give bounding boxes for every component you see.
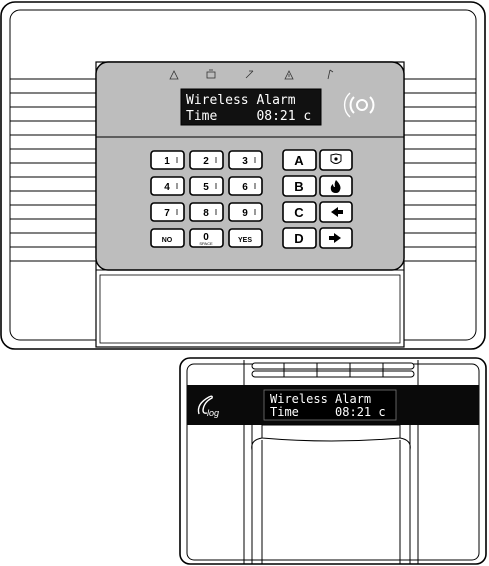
svg-text:7: 7 (164, 208, 170, 219)
key-3[interactable]: 3 (228, 150, 263, 170)
key-yes[interactable]: YES (228, 228, 263, 248)
key-0-sub: SPACE (199, 241, 213, 246)
svg-text:6: 6 (242, 182, 248, 193)
lcd-line-2: Time 08:21 c (186, 109, 311, 124)
lcd-line-1: Wireless Alarm (186, 93, 296, 108)
key-9[interactable]: 9 (228, 202, 263, 222)
svg-text:5: 5 (203, 182, 209, 193)
fire-key[interactable] (319, 175, 353, 197)
svg-text:9: 9 (242, 208, 248, 219)
right-key[interactable] (319, 227, 353, 249)
svg-text:D: D (294, 231, 303, 246)
lower-unit: log Wireless Alarm Time 08:21 c (179, 357, 487, 565)
logo-text: log (207, 408, 219, 418)
svg-text:B: B (294, 179, 303, 194)
key-a[interactable]: A (282, 149, 317, 171)
svg-text:2: 2 (203, 156, 209, 167)
key-4[interactable]: 4 (150, 176, 185, 196)
lower-lcd-line-1: Wireless Alarm (270, 392, 371, 406)
svg-text:3: 3 (242, 156, 248, 167)
key-no[interactable]: NO (150, 228, 185, 248)
key-d[interactable]: D (282, 227, 317, 249)
svg-text:A: A (294, 153, 304, 168)
left-key[interactable] (319, 201, 353, 223)
key-b[interactable]: B (282, 175, 317, 197)
key-0[interactable]: 0 SPACE (189, 228, 224, 248)
upper-unit: Wireless Alarm Time 08:21 c 1 2 3 4 5 6 … (0, 1, 486, 350)
key-1[interactable]: 1 (150, 150, 185, 170)
key-5[interactable]: 5 (189, 176, 224, 196)
svg-text:8: 8 (203, 208, 209, 219)
key-2[interactable]: 2 (189, 150, 224, 170)
key-6[interactable]: 6 (228, 176, 263, 196)
lower-lcd-line-2: Time 08:21 c (270, 405, 386, 419)
svg-text:C: C (294, 205, 304, 220)
svg-text:NO: NO (162, 237, 173, 244)
key-c[interactable]: C (282, 201, 317, 223)
svg-text:1: 1 (164, 156, 170, 167)
police-key[interactable] (319, 149, 353, 171)
key-7[interactable]: 7 (150, 202, 185, 222)
key-8[interactable]: 8 (189, 202, 224, 222)
alarm-panel-diagram: Wireless Alarm Time 08:21 c 1 2 3 4 5 6 … (0, 1, 487, 565)
svg-text:YES: YES (238, 237, 252, 244)
svg-text:4: 4 (164, 182, 170, 193)
